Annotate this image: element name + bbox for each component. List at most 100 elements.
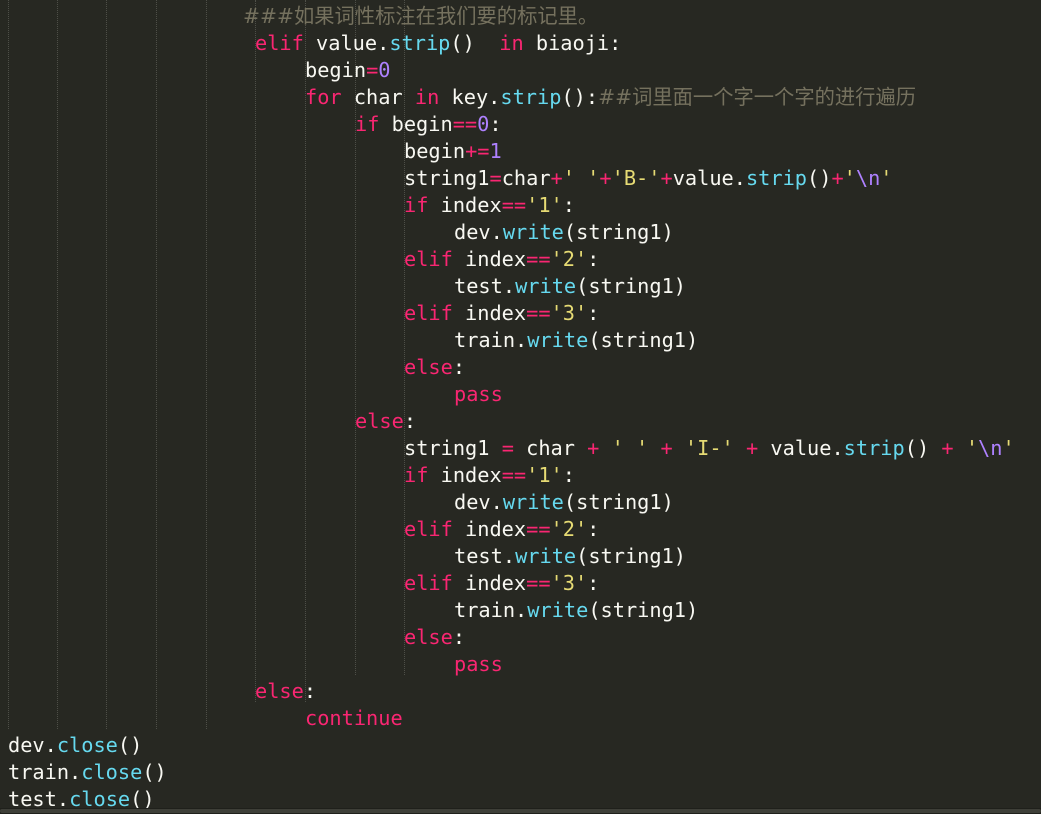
code-line[interactable]: elif index=='2':: [404, 516, 599, 543]
code-token: :: [452, 625, 466, 649]
code-line[interactable]: if index=='1':: [404, 192, 575, 219]
code-token: index: [452, 517, 527, 541]
code-token: biaoji:: [523, 31, 622, 55]
code-token: begin: [404, 139, 466, 163]
code-token: value.: [672, 166, 746, 190]
code-token: (string1): [576, 544, 687, 568]
code-token: (string1): [563, 490, 674, 514]
code-line[interactable]: continue: [305, 705, 403, 732]
code-token: (): [904, 436, 942, 460]
code-token: close: [56, 733, 118, 757]
code-line[interactable]: else:: [404, 624, 465, 651]
code-token: :: [562, 193, 575, 217]
code-token: for: [305, 85, 342, 109]
code-token: write: [527, 598, 589, 622]
code-token: :: [303, 679, 317, 703]
code-token: +=: [465, 139, 490, 163]
code-line[interactable]: elif index=='3':: [404, 570, 599, 597]
code-token: dev.: [8, 733, 57, 757]
code-token: (): [807, 166, 832, 190]
code-token: strip: [500, 85, 562, 109]
code-token: test.: [454, 544, 516, 568]
code-token: 0: [477, 112, 490, 136]
code-line[interactable]: elif value.strip() in biaoji:: [255, 30, 621, 57]
code-token: ' ': [611, 436, 649, 460]
code-line[interactable]: test.close(): [8, 786, 155, 808]
code-token: elif: [404, 247, 453, 271]
code-line[interactable]: if begin==0:: [355, 111, 502, 138]
code-line[interactable]: pass: [454, 381, 503, 408]
code-token: value.: [303, 31, 390, 55]
code-line[interactable]: else:: [355, 408, 416, 435]
code-token: dev.: [454, 220, 503, 244]
code-token: strip: [843, 436, 905, 460]
scrollbar-thumb[interactable]: [0, 809, 1041, 813]
code-token: (string1): [588, 598, 699, 622]
code-token: string1: [404, 166, 490, 190]
code-token: '2': [550, 517, 588, 541]
code-line[interactable]: begin=0: [305, 57, 391, 84]
code-line[interactable]: for char in key.strip():##词里面一个字一个字的进行遍历: [305, 84, 916, 111]
code-line[interactable]: else:: [404, 354, 465, 381]
code-token: +: [745, 436, 759, 460]
indent-guide: [57, 0, 58, 729]
code-token: index: [452, 571, 527, 595]
code-token: write: [527, 328, 589, 352]
code-token: index: [428, 463, 502, 487]
code-line[interactable]: elif index=='3':: [404, 300, 599, 327]
code-token: write: [502, 220, 564, 244]
code-token: close: [81, 760, 143, 784]
code-token: \n: [978, 436, 1003, 460]
code-line[interactable]: else:: [255, 678, 316, 705]
code-token: strip: [745, 166, 808, 190]
code-line[interactable]: dev.write(string1): [454, 219, 674, 246]
code-token: 1: [489, 139, 502, 163]
code-token: string1: [404, 436, 502, 460]
code-line[interactable]: string1=char+' '+'B-'+value.strip()+'\n': [404, 165, 893, 192]
code-token: +: [660, 166, 673, 190]
horizontal-scrollbar[interactable]: [0, 808, 1041, 814]
code-token: index: [428, 193, 502, 217]
code-token: in: [414, 85, 440, 109]
code-line[interactable]: begin+=1: [404, 138, 502, 165]
code-token: else: [404, 355, 453, 379]
code-token: (string1): [576, 274, 687, 298]
code-line[interactable]: dev.write(string1): [454, 489, 674, 516]
code-line[interactable]: if index=='1':: [404, 462, 575, 489]
code-token: :: [587, 571, 600, 595]
code-editor[interactable]: ###如果词性标注在我们要的标记里。 elif value.strip() in …: [0, 0, 1041, 808]
code-token: (string1): [588, 328, 699, 352]
code-token: +: [599, 166, 612, 190]
code-token: ': [1002, 436, 1015, 460]
code-token: ==: [526, 517, 551, 541]
code-token: ': [965, 436, 979, 460]
code-line[interactable]: pass: [454, 651, 503, 678]
code-line[interactable]: train.close(): [8, 759, 167, 786]
code-token: ###如果词性标注在我们要的标记里。: [243, 4, 599, 28]
code-line[interactable]: elif index=='2':: [404, 246, 599, 273]
code-token: 'I-': [684, 436, 734, 460]
code-token: :: [562, 463, 575, 487]
code-token: '3': [550, 571, 588, 595]
code-token: (): [142, 760, 167, 784]
code-token: train.: [454, 598, 528, 622]
indent-guide: [206, 0, 207, 729]
code-line[interactable]: dev.close(): [8, 732, 142, 759]
code-line[interactable]: string1 = char + ' ' + 'I-' + value.stri…: [404, 435, 1015, 462]
code-token: char: [501, 166, 551, 190]
code-line[interactable]: train.write(string1): [454, 597, 698, 624]
code-token: index: [452, 247, 527, 271]
code-token: (): [450, 31, 500, 55]
code-line[interactable]: ###如果词性标注在我们要的标记里。: [243, 3, 598, 30]
code-token: train.: [8, 760, 82, 784]
code-token: 0: [378, 58, 391, 82]
code-line[interactable]: test.write(string1): [454, 273, 686, 300]
code-token: value.: [758, 436, 844, 460]
code-token: :: [403, 409, 417, 433]
code-line[interactable]: test.write(string1): [454, 543, 686, 570]
code-token: write: [515, 274, 577, 298]
code-token: key.: [439, 85, 501, 109]
code-line[interactable]: train.write(string1): [454, 327, 698, 354]
code-token: +: [587, 436, 600, 460]
